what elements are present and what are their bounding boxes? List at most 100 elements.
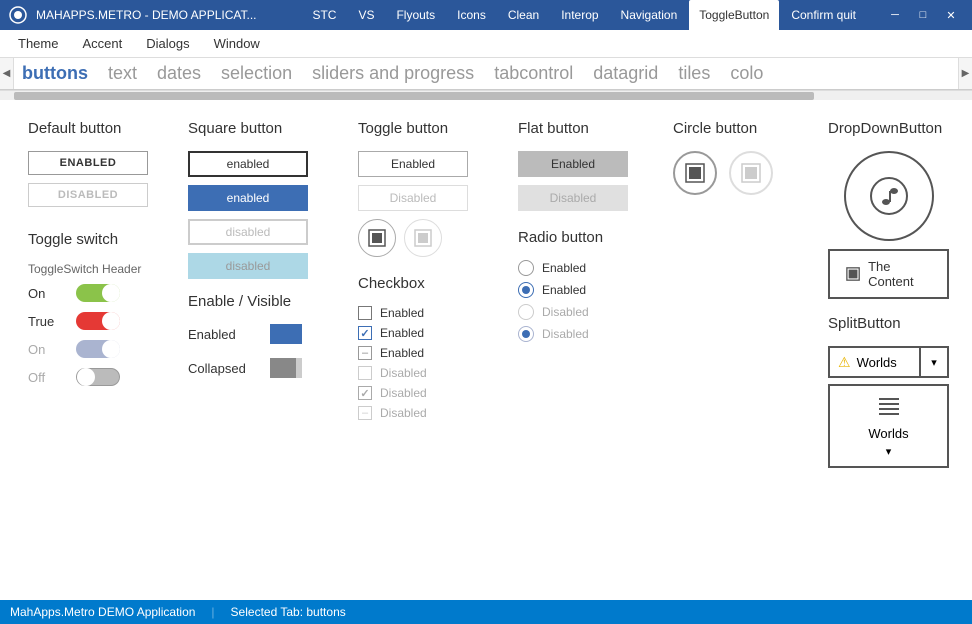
section-toggle-button: Toggle button Enabled Disabled <box>346 112 506 588</box>
toggle-row-on-green: On <box>28 284 164 302</box>
tab-tabcontrol[interactable]: tabcontrol <box>494 63 573 84</box>
split-btn-arrow1[interactable]: ▾ <box>919 348 947 376</box>
toggle-thumb-on1 <box>102 284 120 302</box>
dropdown-music-icon-btn[interactable] <box>844 151 934 241</box>
tab-icons[interactable]: Icons <box>447 0 496 30</box>
scroll-right-button[interactable]: ▶ <box>958 58 972 90</box>
tab-datagrid[interactable]: datagrid <box>593 63 658 84</box>
toggle-row-true: True <box>28 312 164 330</box>
toggle-track-off[interactable] <box>76 368 120 386</box>
tab-buttons[interactable]: buttons <box>22 63 88 84</box>
radio-dot4 <box>522 330 530 338</box>
statusbar: MahApps.Metro DEMO Application | Selecte… <box>0 600 972 624</box>
section-circle-button: Circle button <box>661 112 816 588</box>
tab-stc[interactable]: STC <box>302 0 346 30</box>
statusbar-separator: | <box>211 605 214 619</box>
checkbox-row5: ✓ Disabled <box>358 386 494 400</box>
tab-togglebutton[interactable]: ToggleButton <box>689 0 779 30</box>
menubar: Theme Accent Dialogs Window <box>0 30 972 58</box>
ev-enabled-label: Enabled <box>188 327 258 342</box>
ev-enabled-thumb <box>302 324 322 344</box>
tab-navigation[interactable]: Navigation <box>611 0 688 30</box>
toggle-thumb-true <box>102 312 120 330</box>
window-controls: ─ □ ✕ <box>882 5 964 25</box>
toggle-switch-title: Toggle switch <box>28 231 164 248</box>
flat-button-title: Flat button <box>518 120 649 137</box>
minimize-button[interactable]: ─ <box>882 5 908 25</box>
menu-dialogs[interactable]: Dialogs <box>136 32 199 55</box>
tab-flyouts[interactable]: Flyouts <box>386 0 445 30</box>
ev-collapsed-label: Collapsed <box>188 361 258 376</box>
checkbox-row4: Disabled <box>358 366 494 380</box>
toggle-icon-btn2 <box>404 219 442 257</box>
tab-clean[interactable]: Clean <box>498 0 549 30</box>
tabs-content: buttons text dates selection sliders and… <box>14 63 958 84</box>
toggle-button-title: Toggle button <box>358 120 494 137</box>
titlebar-tabs: STC VS Flyouts Icons Clean Interop Navig… <box>302 0 866 30</box>
dropdown-content-btn[interactable]: The Content <box>828 249 949 299</box>
scroll-left-button[interactable]: ◀ <box>0 58 14 90</box>
menu-accent[interactable]: Accent <box>72 32 132 55</box>
menu-window[interactable]: Window <box>204 32 270 55</box>
checkbox4 <box>358 366 372 380</box>
default-button-title: Default button <box>28 120 164 137</box>
toggle-row-on-blue: On <box>28 340 164 358</box>
maximize-button[interactable]: □ <box>910 5 936 25</box>
square-enabled2-button[interactable]: enabled <box>188 185 308 211</box>
split-btn-label1[interactable]: ⚠ Worlds <box>830 354 919 371</box>
flat-enabled-button[interactable]: Enabled <box>518 151 628 177</box>
ev-enabled-row: Enabled <box>188 324 334 344</box>
dropdown-content-label: The Content <box>868 259 931 289</box>
warning-icon: ⚠ <box>838 354 851 371</box>
split-btn-arrow2[interactable]: ▾ <box>886 445 892 458</box>
tab-text[interactable]: text <box>108 63 137 84</box>
menu-theme[interactable]: Theme <box>8 32 68 55</box>
toggle-track-on1[interactable] <box>76 284 120 302</box>
horizontal-scrollbar[interactable] <box>0 90 972 100</box>
split-btn-row2[interactable]: Worlds ▾ <box>828 384 949 468</box>
circle-btn1[interactable] <box>673 151 717 195</box>
toggle-switch-header: ToggleSwitch Header <box>28 262 164 276</box>
enabled-button[interactable]: ENABLED <box>28 151 148 175</box>
tab-interop[interactable]: Interop <box>551 0 608 30</box>
tab-colo[interactable]: colo <box>730 63 763 84</box>
toggle-disabled-button: Disabled <box>358 185 468 211</box>
checkbox-label3: Enabled <box>380 346 424 360</box>
toggle-row-off: Off <box>28 368 164 386</box>
split-button-title: SplitButton <box>828 315 949 332</box>
tab-sliders[interactable]: sliders and progress <box>312 63 474 84</box>
ev-collapsed-toggle[interactable] <box>270 358 322 378</box>
checkbox1[interactable] <box>358 306 372 320</box>
toggle-icon-btn1[interactable] <box>358 219 396 257</box>
scroll-tabs-bar: ◀ buttons text dates selection sliders a… <box>0 58 972 90</box>
radio4 <box>518 326 534 342</box>
checkbox-label1: Enabled <box>380 306 424 320</box>
checkbox2[interactable]: ✓ <box>358 326 372 340</box>
scrollbar-thumb[interactable] <box>14 92 814 100</box>
window-title: MAHAPPS.METRO - DEMO APPLICAT... <box>36 8 294 22</box>
tab-dates[interactable]: dates <box>157 63 201 84</box>
checkbox6: – <box>358 406 372 420</box>
checkbox3[interactable]: – <box>358 346 372 360</box>
close-button[interactable]: ✕ <box>938 5 964 25</box>
toggle-track-true[interactable] <box>76 312 120 330</box>
tab-confirmquit[interactable]: Confirm quit <box>781 0 866 30</box>
checkbox-label2: Enabled <box>380 326 424 340</box>
tab-tiles[interactable]: tiles <box>678 63 710 84</box>
radio1[interactable] <box>518 260 534 276</box>
circle-btn2 <box>729 151 773 195</box>
toggle-enabled-button[interactable]: Enabled <box>358 151 468 177</box>
radio2[interactable] <box>518 282 534 298</box>
tab-vs[interactable]: VS <box>348 0 384 30</box>
checkbox5: ✓ <box>358 386 372 400</box>
square-disabled2-button: disabled <box>188 253 308 279</box>
square-enabled1-button[interactable]: enabled <box>188 151 308 177</box>
split-btn-worlds-label1: Worlds <box>857 355 897 370</box>
toggle-thumb-off <box>77 368 95 386</box>
ev-enabled-toggle[interactable] <box>270 324 322 344</box>
checkbox-label5: Disabled <box>380 386 427 400</box>
radio-label2: Enabled <box>542 283 586 297</box>
tab-selection[interactable]: selection <box>221 63 292 84</box>
toggle-icon-buttons <box>358 219 494 257</box>
toggle-track-on2[interactable] <box>76 340 120 358</box>
